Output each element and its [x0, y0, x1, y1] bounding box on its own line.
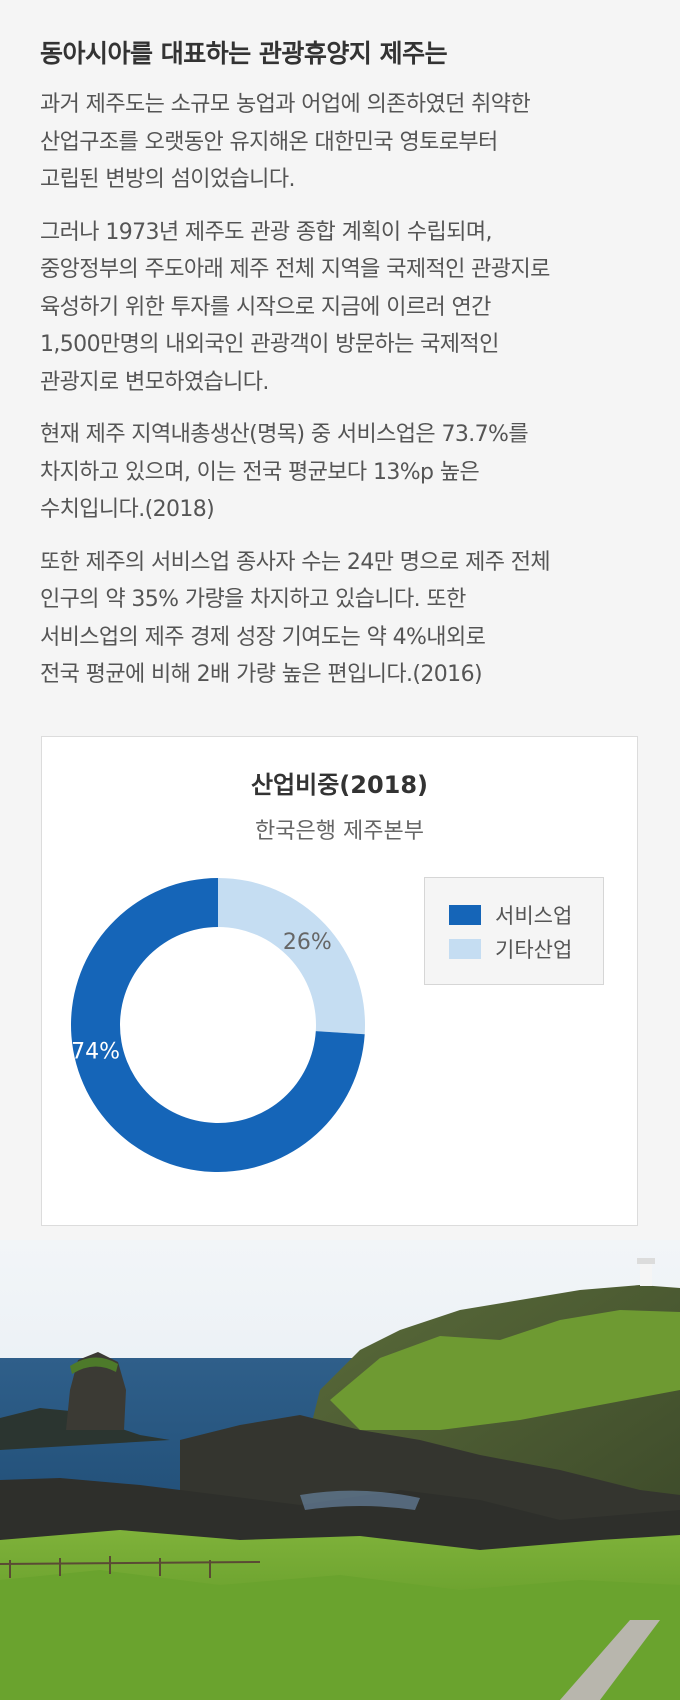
paragraph-1: 과거 제주도는 소규모 농업과 어업에 의존하였던 취약한 산업구조를 오랫동안… — [40, 86, 650, 199]
article-heading: 동아시아를 대표하는 관광휴양지 제주는 — [40, 39, 448, 68]
industry-share-chart: 산업비중(2018) 한국은행 제주본부 26% 74% 서비스업 기타산업 — [41, 736, 638, 1226]
paragraph-line: 1,500만명의 내외국인 관광객이 방문하는 국제적인 — [40, 332, 499, 357]
paragraph-line: 현재 제주 지역내총생산(명목) 중 서비스업은 73.7%를 — [40, 422, 529, 447]
paragraph-line: 그러나 1973년 제주도 관광 종합 계획이 수립되며, — [40, 219, 492, 245]
legend-label-other: 기타산업 — [495, 938, 573, 962]
paragraph-line: 육성하기 위한 투자를 시작으로 지금에 이르러 연간 — [40, 294, 491, 320]
chart-legend: 서비스업 기타산업 — [424, 877, 604, 985]
jeju-coastline-photo — [0, 1240, 680, 1700]
legend-label-services: 서비스업 — [495, 904, 573, 928]
paragraph-2: 그러나 1973년 제주도 관광 종합 계획이 수립되며, 중앙정부의 주도아래… — [40, 214, 650, 402]
paragraph-4: 또한 제주의 서비스업 종사자 수는 24만 명으로 제주 전체 인구의 약 3… — [40, 544, 650, 694]
page: 동아시아를 대표하는 관광휴양지 제주는 과거 제주도는 소규모 농업과 어업에… — [0, 0, 680, 1700]
paragraph-line: 관광지로 변모하였습니다. — [40, 369, 269, 395]
donut-slice-other — [218, 878, 365, 1035]
paragraph-line: 고립된 변방의 섬이었습니다. — [40, 167, 295, 192]
legend-swatch-other — [449, 939, 481, 959]
paragraph-line: 과거 제주도는 소규모 농업과 어업에 의존하였던 취약한 — [40, 92, 531, 117]
data-label-other: 26% — [283, 930, 332, 955]
paragraph-line: 차지하고 있으며, 이는 전국 평균보다 13%p 높은 — [40, 459, 480, 485]
paragraph-line: 전국 평균에 비해 2배 가량 높은 편입니다.(2016) — [40, 662, 483, 687]
data-label-services: 74% — [71, 1039, 120, 1064]
legend-item-services: 서비스업 — [449, 898, 603, 932]
paragraph-line: 수치입니다.(2018) — [40, 497, 215, 522]
paragraph-3: 현재 제주 지역내총생산(명목) 중 서비스업은 73.7%를 차지하고 있으며… — [40, 416, 650, 529]
paragraph-line: 중앙정부의 주도아래 제주 전체 지역을 국제적인 관광지로 — [40, 257, 550, 282]
paragraph-line: 인구의 약 35% 가량을 차지하고 있습니다. 또한 — [40, 587, 466, 612]
legend-item-other: 기타산업 — [449, 932, 603, 966]
legend-swatch-services — [449, 905, 481, 925]
paragraph-line: 서비스업의 제주 경제 성장 기여도는 약 4%내외로 — [40, 624, 486, 650]
article: 동아시아를 대표하는 관광휴양지 제주는 과거 제주도는 소규모 농업과 어업에… — [40, 36, 650, 709]
paragraph-line: 또한 제주의 서비스업 종사자 수는 24만 명으로 제주 전체 — [40, 549, 551, 575]
paragraph-line: 산업구조를 오랫동안 유지해온 대한민국 영토로부터 — [40, 129, 498, 155]
